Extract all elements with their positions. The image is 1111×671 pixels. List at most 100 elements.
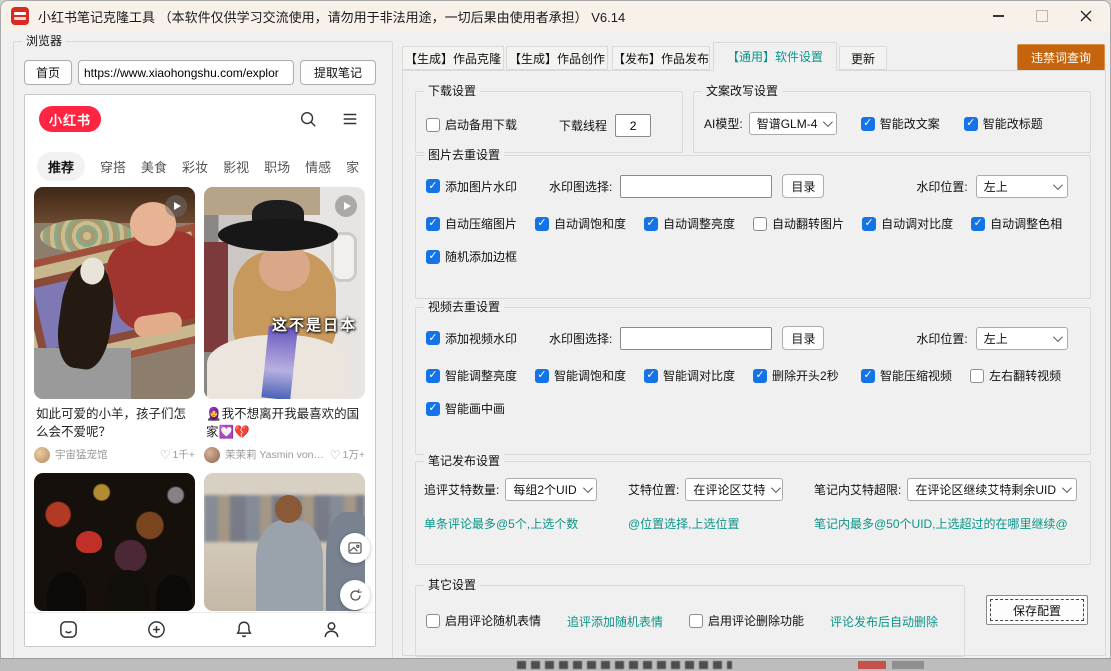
video-watermark-input[interactable] — [620, 326, 773, 350]
checkbox-box-icon: ✓ — [861, 368, 876, 383]
publish-settings-group: 笔记发布设置 追评艾特数量: 每组2个UID 单条评论最多@5个,上选个数 艾特… — [415, 454, 1091, 565]
play-icon — [335, 195, 357, 217]
maximize-button[interactable] — [1020, 1, 1064, 31]
author-avatar[interactable] — [34, 446, 50, 463]
close-icon — [1080, 10, 1092, 22]
url-input[interactable] — [78, 60, 294, 85]
screenshot-button[interactable] — [340, 533, 370, 563]
extract-notes-button[interactable]: 提取笔记 — [300, 60, 376, 85]
site-tab-recommend[interactable]: 推荐 — [37, 151, 86, 181]
video-watermark-position-select[interactable]: 左上 — [975, 326, 1068, 350]
close-button[interactable] — [1064, 1, 1108, 31]
checkbox-自动调饱和度[interactable]: ✓ 自动调饱和度 — [535, 215, 626, 232]
save-config-button[interactable]: 保存配置 — [986, 595, 1088, 625]
minimize-icon — [992, 15, 1004, 17]
image-watermark-input[interactable] — [620, 174, 773, 198]
site-tab-makeup[interactable]: 彩妆 — [182, 157, 208, 176]
at-overflow-select[interactable]: 在评论区继续艾特剩余UID — [907, 478, 1078, 501]
chevron-down-icon — [823, 117, 834, 128]
site-tab-outfit[interactable]: 穿搭 — [100, 157, 126, 176]
checkbox-智能改文案[interactable]: ✓ 智能改文案 — [860, 115, 940, 132]
checkbox-box-icon: ✓ — [426, 368, 440, 383]
checkbox-智能画中画[interactable]: ✓ 智能画中画 — [426, 400, 505, 417]
checkbox-label: 启用评论随机表情 — [445, 614, 542, 628]
tab-publish[interactable]: 【发布】作品发布 — [612, 46, 710, 70]
at-count-select[interactable]: 每组2个UID — [505, 478, 598, 501]
checkbox-label: 自动调整亮度 — [663, 217, 736, 231]
video-watermark-dir-button[interactable]: 目录 — [782, 326, 825, 350]
checkbox-添加图片水印[interactable]: ✓ 添加图片水印 — [426, 178, 517, 195]
watermark-select-label: 水印图选择: — [549, 179, 613, 194]
checkbox-智能调对比度[interactable]: ✓ 智能调对比度 — [644, 367, 735, 384]
like-count[interactable]: 1千+ — [160, 447, 195, 462]
site-tab-career[interactable]: 职场 — [264, 157, 290, 176]
occluded-thumbnail — [892, 661, 924, 669]
image-watermark-position-select[interactable]: 左上 — [975, 174, 1068, 198]
site-tab-emotion[interactable]: 情感 — [305, 157, 331, 176]
chevron-down-icon — [1052, 179, 1063, 190]
note-card-3[interactable] — [34, 473, 195, 611]
minimize-button[interactable] — [976, 1, 1020, 31]
checkbox-智能调饱和度[interactable]: ✓ 智能调饱和度 — [535, 367, 626, 384]
checkbox-启动备用下载[interactable]: 启动备用下载 — [426, 116, 517, 133]
play-icon — [165, 195, 187, 217]
image-dedup-group: 图片去重设置 ✓ 添加图片水印 水印图选择: 目录 水印位置: 左上 ✓ 自动压缩图… — [415, 148, 1091, 299]
at-overflow-label: 笔记内艾特超限: — [814, 483, 902, 497]
checkbox-启用评论删除功能[interactable]: 启用评论删除功能 — [689, 612, 804, 629]
occluded-thumbnail — [858, 661, 886, 669]
video-dedup-group: 视频去重设置 ✓ 添加视频水印 水印图选择: 目录 水印位置: 左上 ✓ 智能调整亮… — [415, 300, 1091, 455]
checkbox-添加视频水印[interactable]: ✓ 添加视频水印 — [426, 330, 517, 347]
checkbox-自动压缩图片[interactable]: ✓ 自动压缩图片 — [426, 215, 517, 232]
author-name[interactable]: 茉茉莉 Yasmin von R... — [225, 447, 325, 462]
site-header: 小红书 — [25, 95, 375, 143]
checkbox-box-icon — [426, 613, 440, 628]
image-watermark-dir-button[interactable]: 目录 — [782, 174, 825, 198]
app-icon — [11, 7, 29, 25]
checkbox-自动调对比度[interactable]: ✓ 自动调对比度 — [862, 215, 953, 232]
banned-words-button[interactable]: 违禁词查询 — [1017, 44, 1105, 71]
checkbox-左右翻转视频[interactable]: 左右翻转视频 — [970, 367, 1061, 384]
checkbox-智能改标题[interactable]: ✓ 智能改标题 — [963, 115, 1043, 132]
thread-count-input[interactable] — [615, 114, 652, 137]
tab-update[interactable]: 更新 — [839, 46, 887, 70]
checkbox-自动翻转图片[interactable]: 自动翻转图片 — [753, 215, 844, 232]
title-bar: 小红书笔记克隆工具 （本软件仅供学习交流使用，请勿用于非法用途，一切后果由使用者… — [1, 1, 1110, 31]
group-title: 文案改写设置 — [702, 84, 783, 98]
watermark-position-label: 水印位置: — [916, 331, 968, 346]
at-position-select[interactable]: 在评论区艾特 — [685, 478, 784, 501]
tab-generate-create[interactable]: 【生成】作品创作 — [506, 46, 608, 70]
site-tab-food[interactable]: 美食 — [141, 157, 167, 176]
author-avatar[interactable] — [204, 446, 220, 463]
menu-icon[interactable] — [339, 108, 361, 130]
checkbox-自动调整亮度[interactable]: ✓ 自动调整亮度 — [644, 215, 735, 232]
checkbox-box-icon: ✓ — [426, 179, 440, 193]
home-tab-icon[interactable] — [58, 619, 80, 641]
note-card-2[interactable]: 这不是日本 🧕我不想离开我最喜欢的国家💟💔 茉茉莉 Yasmin von R..… — [204, 187, 365, 463]
tab-generate-clone[interactable]: 【生成】作品克隆 — [402, 46, 504, 70]
tab-software-settings[interactable]: 【通用】软件设置 — [713, 42, 837, 71]
like-count[interactable]: 1万+ — [330, 447, 365, 462]
checkbox-启用评论随机表情[interactable]: 启用评论随机表情 — [426, 612, 541, 629]
site-tab-film[interactable]: 影视 — [223, 157, 249, 176]
site-tab-home[interactable]: 家 — [346, 157, 359, 176]
author-name[interactable]: 宇宙猛宠馆 — [55, 447, 108, 462]
note-card-1[interactable]: 如此可爱的小羊，孩子们怎么会不爱呢？ 宇宙猛宠馆 1千+ — [34, 187, 195, 463]
create-post-icon[interactable] — [145, 619, 167, 641]
profile-icon[interactable] — [320, 619, 342, 641]
checkbox-自动调整色相[interactable]: ✓ 自动调整色相 — [971, 215, 1062, 232]
checkbox-智能压缩视频[interactable]: ✓ 智能压缩视频 — [861, 367, 952, 384]
ai-model-select[interactable]: 智谱GLM-4 — [748, 112, 837, 135]
site-nav: 推荐 穿搭 美食 彩妆 影视 职场 情感 家 — [25, 151, 375, 181]
note-caption: 如此可爱的小羊，孩子们怎么会不爱呢？ — [36, 407, 187, 439]
checkbox-box-icon: ✓ — [644, 216, 659, 231]
ai-model-label: AI模型: — [704, 117, 743, 131]
chevron-down-icon — [1052, 331, 1063, 342]
checkbox-智能调整亮度[interactable]: ✓ 智能调整亮度 — [426, 367, 517, 384]
home-button[interactable]: 首页 — [24, 60, 72, 85]
checkbox-随机添加边框[interactable]: ✓ 随机添加边框 — [426, 248, 517, 265]
refresh-button[interactable] — [340, 580, 370, 610]
search-icon[interactable] — [297, 108, 319, 130]
checkbox-删除开头2秒[interactable]: ✓ 删除开头2秒 — [753, 367, 843, 384]
checkbox-box-icon — [753, 216, 768, 231]
notifications-icon[interactable] — [233, 619, 255, 641]
